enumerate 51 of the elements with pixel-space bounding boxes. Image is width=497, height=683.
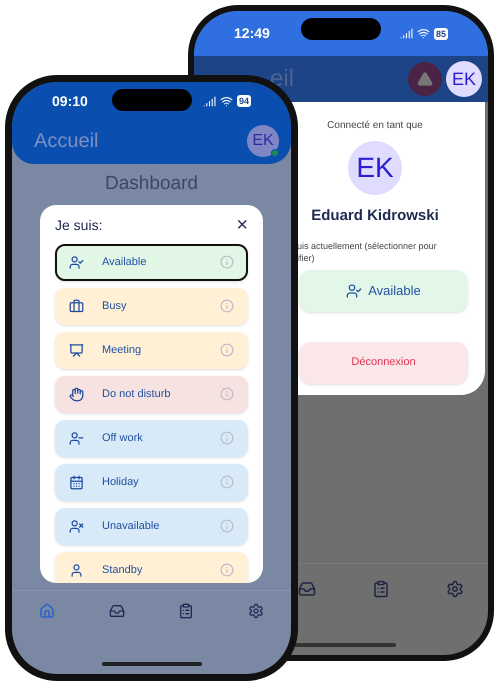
info-icon[interactable] bbox=[220, 299, 234, 313]
user-icon bbox=[69, 562, 84, 578]
signal-icon bbox=[400, 27, 413, 40]
status-option[interactable]: Unavailable bbox=[55, 508, 248, 544]
info-icon[interactable] bbox=[220, 255, 234, 269]
info-icon[interactable] bbox=[220, 343, 234, 357]
status-option[interactable]: Off work bbox=[55, 420, 248, 456]
user-slash-icon bbox=[69, 518, 84, 534]
warning-icon bbox=[417, 71, 433, 87]
settings-icon[interactable] bbox=[248, 603, 264, 619]
battery-level: 85 bbox=[434, 28, 448, 40]
header-title: Accueil bbox=[34, 129, 98, 154]
user-check-icon bbox=[69, 254, 84, 270]
inbox-icon[interactable] bbox=[108, 603, 125, 619]
inbox-icon[interactable] bbox=[298, 580, 316, 598]
info-icon[interactable] bbox=[220, 519, 234, 533]
warning-button[interactable] bbox=[408, 62, 442, 96]
user-minus-icon bbox=[69, 430, 84, 446]
home-icon[interactable] bbox=[38, 603, 55, 619]
signal-icon bbox=[202, 94, 216, 108]
info-icon[interactable] bbox=[220, 563, 234, 577]
logged-in-caption: Connecté en tant que bbox=[327, 119, 423, 133]
briefcase-icon bbox=[69, 298, 84, 314]
clock-time: 12:49 bbox=[234, 24, 270, 43]
user-name: Eduard Kidrowski bbox=[311, 206, 439, 226]
logout-button[interactable]: Déconnexion bbox=[299, 342, 468, 384]
hand-icon bbox=[69, 386, 84, 402]
battery-level: 94 bbox=[236, 95, 251, 107]
dialog-title: Je suis: bbox=[55, 216, 102, 234]
info-icon[interactable] bbox=[220, 475, 234, 489]
status-button[interactable]: Available bbox=[299, 270, 468, 312]
presentation-icon bbox=[69, 342, 84, 358]
status-option[interactable]: Meeting bbox=[55, 332, 248, 368]
clipboard-icon[interactable] bbox=[178, 603, 194, 619]
page-title: Dashboard bbox=[105, 172, 198, 196]
user-avatar: EK bbox=[348, 141, 402, 195]
info-icon[interactable] bbox=[220, 431, 234, 445]
profile-avatar[interactable]: EK bbox=[446, 61, 482, 97]
clipboard-icon[interactable] bbox=[372, 580, 390, 598]
clock-time: 09:10 bbox=[52, 92, 88, 110]
calendar-icon bbox=[69, 474, 84, 490]
status-option[interactable]: Do not disturb bbox=[55, 376, 248, 412]
info-icon[interactable] bbox=[220, 387, 234, 401]
status-option[interactable]: Holiday bbox=[55, 464, 248, 500]
status-option[interactable]: Available bbox=[55, 244, 248, 280]
settings-icon[interactable] bbox=[446, 580, 464, 598]
status-option[interactable]: Busy bbox=[55, 288, 248, 324]
status-option[interactable]: Standby bbox=[55, 552, 248, 582]
user-check-icon bbox=[346, 282, 362, 298]
wifi-icon bbox=[220, 94, 233, 108]
close-button[interactable]: × bbox=[236, 215, 248, 235]
